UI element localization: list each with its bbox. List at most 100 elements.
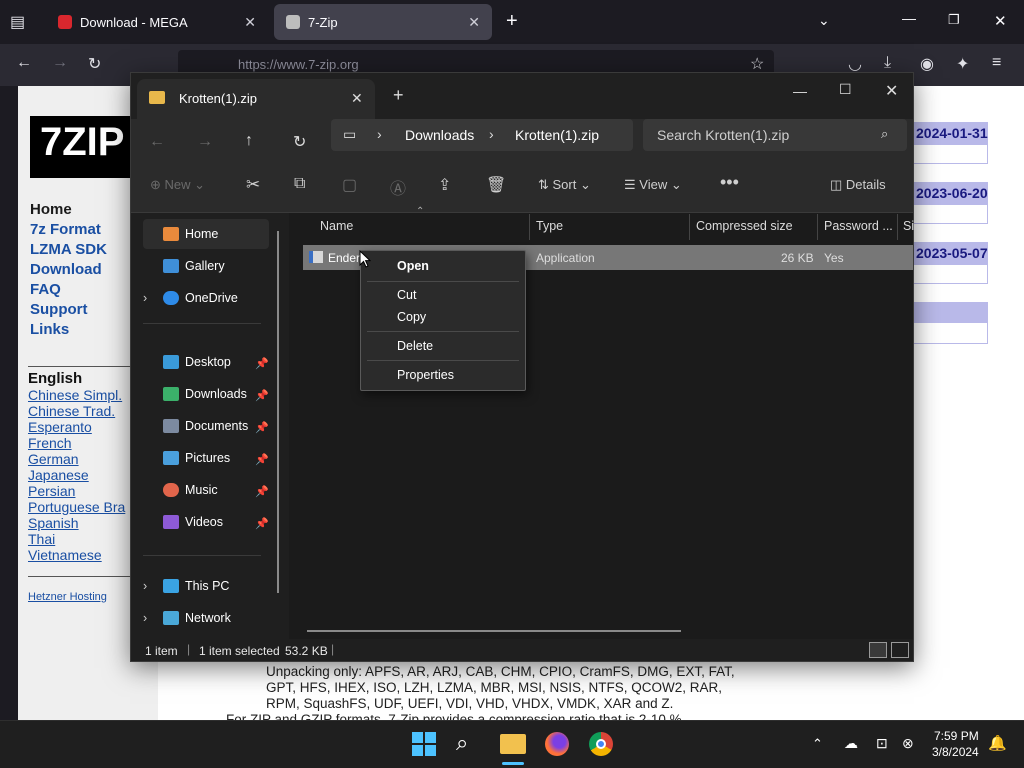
menu-icon[interactable]: ≡ (992, 54, 1001, 72)
list-all-tabs-icon[interactable]: ⌄ (818, 12, 830, 29)
pin-icon[interactable]: 📌 (255, 453, 269, 466)
sidebar-item-pictures[interactable]: Pictures (143, 443, 269, 473)
hetzner-link[interactable]: Hetzner Hosting (28, 591, 107, 603)
menu-item-properties[interactable]: Properties (361, 364, 525, 386)
sidebar-item-onedrive[interactable]: › OneDrive (143, 283, 269, 313)
nav-home[interactable]: Home (30, 201, 72, 218)
lang-link[interactable]: French (28, 435, 72, 451)
cloud-offline-icon[interactable]: ☁ (844, 735, 858, 752)
minimize-icon[interactable]: — (793, 83, 807, 99)
column-header-type[interactable]: Type (536, 219, 563, 233)
tab-7zip[interactable]: 7-Zip ✕ (274, 4, 492, 40)
nav-download[interactable]: Download (30, 261, 102, 278)
menu-item-open[interactable]: Open (361, 255, 525, 277)
close-window-icon[interactable]: ✕ (994, 12, 1007, 30)
copy-icon[interactable]: ⧉ (294, 175, 305, 193)
up-icon[interactable]: ↑ (245, 132, 253, 150)
sidebar-item-music[interactable]: Music (143, 475, 269, 505)
forward-icon[interactable]: → (52, 54, 68, 72)
notifications-bell-icon[interactable]: 🔔 (988, 734, 1007, 752)
minimize-icon[interactable]: — (902, 10, 916, 26)
pin-icon[interactable]: 📌 (255, 357, 269, 370)
start-windows-icon[interactable] (412, 732, 436, 756)
tab-list-icon[interactable]: ▤ (10, 12, 25, 32)
search-box[interactable]: Search Krotten(1).zip ⌕ (643, 119, 907, 151)
lang-link[interactable]: Portuguese Bra (28, 499, 132, 515)
new-button[interactable]: ⊕ New ⌄ (150, 177, 205, 193)
more-options-icon[interactable]: ••• (720, 172, 739, 193)
lang-link[interactable]: Thai (28, 531, 55, 547)
nav-support[interactable]: Support (30, 301, 88, 318)
lang-link[interactable]: Japanese (28, 467, 89, 483)
search-icon[interactable]: ⌕ (456, 730, 468, 756)
reload-icon[interactable]: ↻ (88, 54, 101, 74)
refresh-icon[interactable]: ↻ (293, 132, 306, 152)
sidebar-item-this-pc[interactable]: › This PC (143, 571, 269, 601)
file-explorer-taskbar-icon[interactable] (500, 734, 526, 754)
network-status-icon[interactable]: ⊡ (876, 735, 888, 752)
pocket-icon[interactable]: ◡ (848, 54, 862, 74)
share-icon[interactable]: ⇪ (438, 175, 451, 195)
column-header-compressed-size[interactable]: Compressed size (696, 219, 793, 233)
close-window-icon[interactable]: ✕ (885, 81, 898, 101)
close-tab-icon[interactable]: ✕ (244, 14, 256, 31)
sidebar-item-downloads[interactable]: Downloads (143, 379, 269, 409)
close-tab-icon[interactable]: ✕ (468, 14, 480, 31)
explorer-tab[interactable]: Krotten(1).zip ✕ (137, 79, 375, 119)
lang-link[interactable]: Spanish (28, 515, 79, 531)
paste-icon[interactable]: ▢ (342, 175, 357, 195)
address-bar[interactable]: ▭ › Downloads › Krotten(1).zip (331, 119, 633, 151)
clock-date[interactable]: 3/8/2024 (932, 745, 979, 759)
maximize-icon[interactable]: ☐ (839, 81, 852, 98)
column-header-size[interactable]: Si (903, 219, 914, 233)
sidebar-item-videos[interactable]: Videos (143, 507, 269, 537)
menu-item-copy[interactable]: Copy (361, 306, 525, 328)
pin-icon[interactable]: 📌 (255, 421, 269, 434)
sidebar-item-home[interactable]: Home (143, 219, 269, 249)
volume-muted-icon[interactable]: ⊗ (902, 735, 914, 752)
details-button[interactable]: ◫ Details (830, 177, 886, 193)
show-hidden-icons-icon[interactable]: ⌃ (812, 736, 823, 752)
tiles-view-icon[interactable] (891, 642, 909, 658)
delete-icon[interactable]: 🗑 (486, 175, 506, 195)
menu-item-delete[interactable]: Delete (361, 335, 525, 357)
rename-icon[interactable]: Ⓐ (390, 175, 406, 199)
firefox-icon[interactable] (545, 732, 569, 756)
restore-icon[interactable]: ❐ (948, 12, 960, 28)
clock-time[interactable]: 7:59 PM (934, 729, 979, 743)
column-header-password[interactable]: Password ... (824, 219, 893, 233)
view-button[interactable]: ☰ View ⌄ (624, 177, 682, 193)
nav-faq[interactable]: FAQ (30, 281, 61, 298)
breadcrumb-zip[interactable]: Krotten(1).zip (515, 127, 599, 143)
sidebar-scrollbar[interactable] (277, 231, 279, 593)
nav-7z-format[interactable]: 7z Format (30, 221, 101, 238)
lang-link[interactable]: Esperanto (28, 419, 92, 435)
downloads-icon[interactable]: ⤓ (884, 54, 891, 72)
cut-icon[interactable]: ✂ (246, 175, 260, 195)
breadcrumb-downloads[interactable]: Downloads (405, 127, 474, 143)
account-icon[interactable]: ◉ (920, 54, 934, 74)
bookmark-star-icon[interactable]: ☆ (750, 54, 764, 74)
lang-link[interactable]: Persian (28, 483, 75, 499)
pin-icon[interactable]: 📌 (255, 485, 269, 498)
details-view-icon[interactable] (869, 642, 887, 658)
extensions-icon[interactable]: ✦ (956, 54, 969, 74)
sidebar-item-gallery[interactable]: Gallery (143, 251, 269, 281)
lang-link[interactable]: Chinese Simpl. (28, 387, 122, 403)
lang-link[interactable]: Chinese Trad. (28, 403, 115, 419)
nav-lzma-sdk[interactable]: LZMA SDK (30, 241, 107, 258)
pin-icon[interactable]: 📌 (255, 389, 269, 402)
column-header-name[interactable]: Name (320, 219, 353, 233)
nav-links[interactable]: Links (30, 321, 69, 338)
forward-icon[interactable]: → (197, 133, 213, 151)
sidebar-item-documents[interactable]: Documents (143, 411, 269, 441)
lang-link[interactable]: Vietnamese (28, 547, 102, 563)
pin-icon[interactable]: 📌 (255, 517, 269, 530)
sort-button[interactable]: ⇅ Sort ⌄ (538, 177, 591, 193)
menu-item-cut[interactable]: Cut (361, 284, 525, 306)
back-icon[interactable]: ← (16, 54, 32, 72)
new-tab-icon[interactable]: + (393, 85, 404, 106)
tab-mega[interactable]: Download - MEGA ✕ (46, 4, 268, 40)
close-tab-icon[interactable]: ✕ (351, 90, 363, 107)
sidebar-item-desktop[interactable]: Desktop (143, 347, 269, 377)
